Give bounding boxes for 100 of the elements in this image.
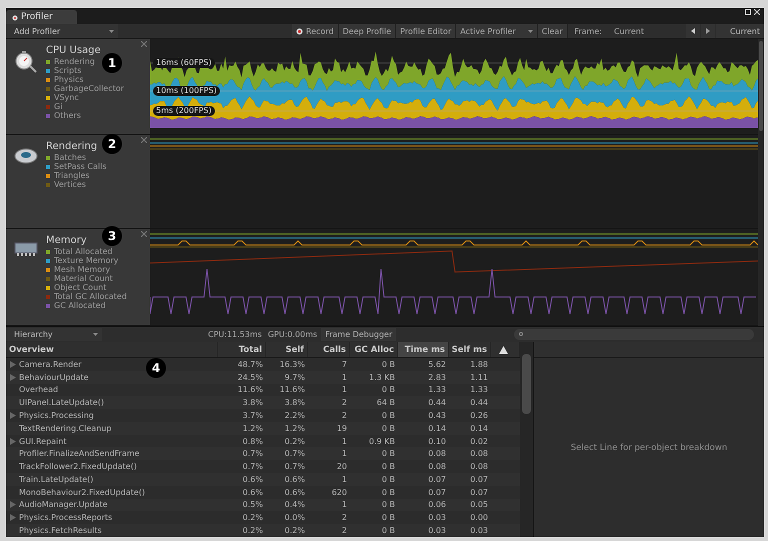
profiler-tab[interactable]: Profiler [6, 10, 77, 24]
module-title: Rendering [46, 141, 98, 152]
table-cell-text: 0.26 [469, 411, 489, 420]
guide-label: 16ms (60FPS) [153, 58, 215, 68]
table-cell-text: 0.07 [469, 474, 489, 484]
legend-label: SetPass Calls [54, 162, 106, 171]
table-cell-text: 7 [340, 360, 348, 369]
expand-icon[interactable] [10, 514, 16, 522]
table-cell-text: 0.7% [242, 462, 264, 472]
table-cell-text: 0.9 KB [368, 436, 396, 446]
scrollbar[interactable] [758, 39, 764, 326]
expand-icon[interactable] [10, 374, 16, 381]
column-header[interactable]: Total [218, 342, 266, 357]
table-cell-text: 2.83 [427, 372, 447, 382]
current-frame-button[interactable]: Current [716, 24, 764, 38]
table-cell-text: 1 [340, 385, 348, 394]
row-name[interactable]: GUI.Repaint [19, 436, 66, 446]
legend-label: Vertices [54, 180, 86, 189]
column-header[interactable]: Time ms [398, 342, 449, 357]
row-name[interactable]: Physics.FetchResults [19, 526, 102, 536]
expand-icon[interactable] [10, 501, 16, 508]
row-name[interactable]: Physics.ProcessReports [19, 513, 112, 522]
frame-debugger-button[interactable]: Frame Debugger [321, 328, 396, 341]
frame-value: Current [614, 26, 645, 36]
expand-icon[interactable] [10, 438, 16, 445]
row-name[interactable]: Physics.Processing [19, 411, 94, 420]
legend-label: Object Count [54, 283, 106, 292]
table-cell-text: 0.5% [242, 500, 264, 510]
row-name[interactable]: Overhead [19, 385, 58, 394]
table-cell-text: 0 B [380, 500, 396, 510]
row-name[interactable]: MonoBehaviour2.FixedUpdate() [19, 488, 145, 497]
table-cell-text: 64 B [376, 398, 396, 408]
row-name[interactable]: Train.LateUpdate() [19, 474, 94, 484]
previous-frame-button[interactable] [686, 24, 700, 38]
table-cell-text: 1.3 KB [368, 372, 396, 382]
add-profiler-dropdown[interactable]: Add Profiler [6, 24, 118, 38]
toolbar-button[interactable]: Deep Profile [338, 24, 396, 38]
close-icon[interactable] [754, 9, 760, 15]
table-cell-text: 0 B [380, 474, 396, 484]
legend-label: Gi [54, 102, 62, 111]
row-name[interactable]: Camera.Render [19, 360, 82, 369]
column-header[interactable]: Calls [308, 342, 350, 357]
row-name[interactable]: TextRendering.Cleanup [19, 424, 112, 433]
scrollbar[interactable] [520, 342, 534, 537]
table-cell-text: 0.14 [469, 424, 489, 433]
table-cell-text: 0.2% [242, 513, 264, 522]
table-cell-text: 0.43 [427, 411, 447, 420]
row-name[interactable]: Profiler.FinalizeAndSendFrame [19, 449, 140, 458]
maximize-icon[interactable] [745, 9, 751, 15]
expand-icon[interactable] [10, 360, 16, 368]
search-field[interactable] [514, 329, 754, 340]
right-arrow-icon [706, 28, 710, 34]
toolbar-button[interactable]: Clear [538, 24, 568, 38]
row-name[interactable]: UIPanel.LateUpdate() [19, 398, 104, 408]
table-cell-text: 3.8% [284, 398, 306, 408]
row-name[interactable]: AudioManager.Update [19, 500, 108, 510]
table-cell-text: 1.11 [469, 372, 489, 382]
table-cell-text: 0.14 [427, 424, 447, 433]
view-dropdown[interactable]: Hierarchy [6, 328, 102, 341]
table-cell-text: 2 [340, 398, 348, 408]
table-cell-text: 0 B [380, 513, 396, 522]
table-cell-text: 0.02 [469, 436, 489, 446]
table-cell-text: 0.2% [284, 436, 306, 446]
toolbar-button[interactable]: Profile Editor [396, 24, 456, 38]
table-cell-text: 0.6% [284, 488, 306, 497]
table-cell-text: 2 [340, 513, 348, 522]
table-cell-text: 11.6% [236, 385, 264, 394]
legend-label: Scripts [54, 66, 82, 75]
table-cell-text: 0.07 [469, 488, 489, 497]
row-name[interactable]: BehaviourUpdate [19, 372, 89, 382]
table-cell-text: 0.4% [284, 500, 306, 510]
table-cell-text: 11.6% [278, 385, 306, 394]
column-header[interactable]: Overview [6, 342, 218, 357]
legend-label: Texture Memory [54, 256, 118, 265]
record-icon [296, 28, 303, 34]
column-header[interactable]: Self ms [449, 342, 491, 357]
legend-label: Material Count [54, 274, 113, 283]
table-cell-text: 620 [330, 488, 348, 497]
table-cell-text: 0 B [380, 488, 396, 497]
expand-icon[interactable] [10, 412, 16, 420]
table-cell-text: 0 B [380, 462, 396, 472]
table-cell-text: 0.08 [427, 449, 447, 458]
table-cell-text: 9.7% [284, 372, 306, 382]
table-cell-text: 1.33 [469, 385, 489, 394]
table-cell-text: 20 [336, 462, 348, 472]
table-cell-text: 0.44 [427, 398, 447, 408]
sort-icon[interactable] [499, 346, 508, 354]
module-title: Memory [46, 235, 87, 246]
column-header[interactable]: Self [266, 342, 308, 357]
toolbar-button[interactable]: Record [292, 24, 339, 38]
legend-label: Batches [54, 153, 86, 162]
toolbar-button[interactable]: Active Profiler [456, 24, 538, 38]
table-cell-text: 0.7% [284, 449, 306, 458]
table-cell-text: 1 [340, 436, 348, 446]
legend-label: Mesh Memory [54, 265, 110, 274]
cpu-time: CPU:11.53ms [208, 330, 262, 339]
row-name[interactable]: TrackFollower2.FixedUpdate() [19, 462, 137, 472]
table-cell-text: 0.0% [284, 513, 306, 522]
next-frame-button[interactable] [700, 24, 715, 38]
table-cell-text: 0.7% [284, 462, 306, 472]
